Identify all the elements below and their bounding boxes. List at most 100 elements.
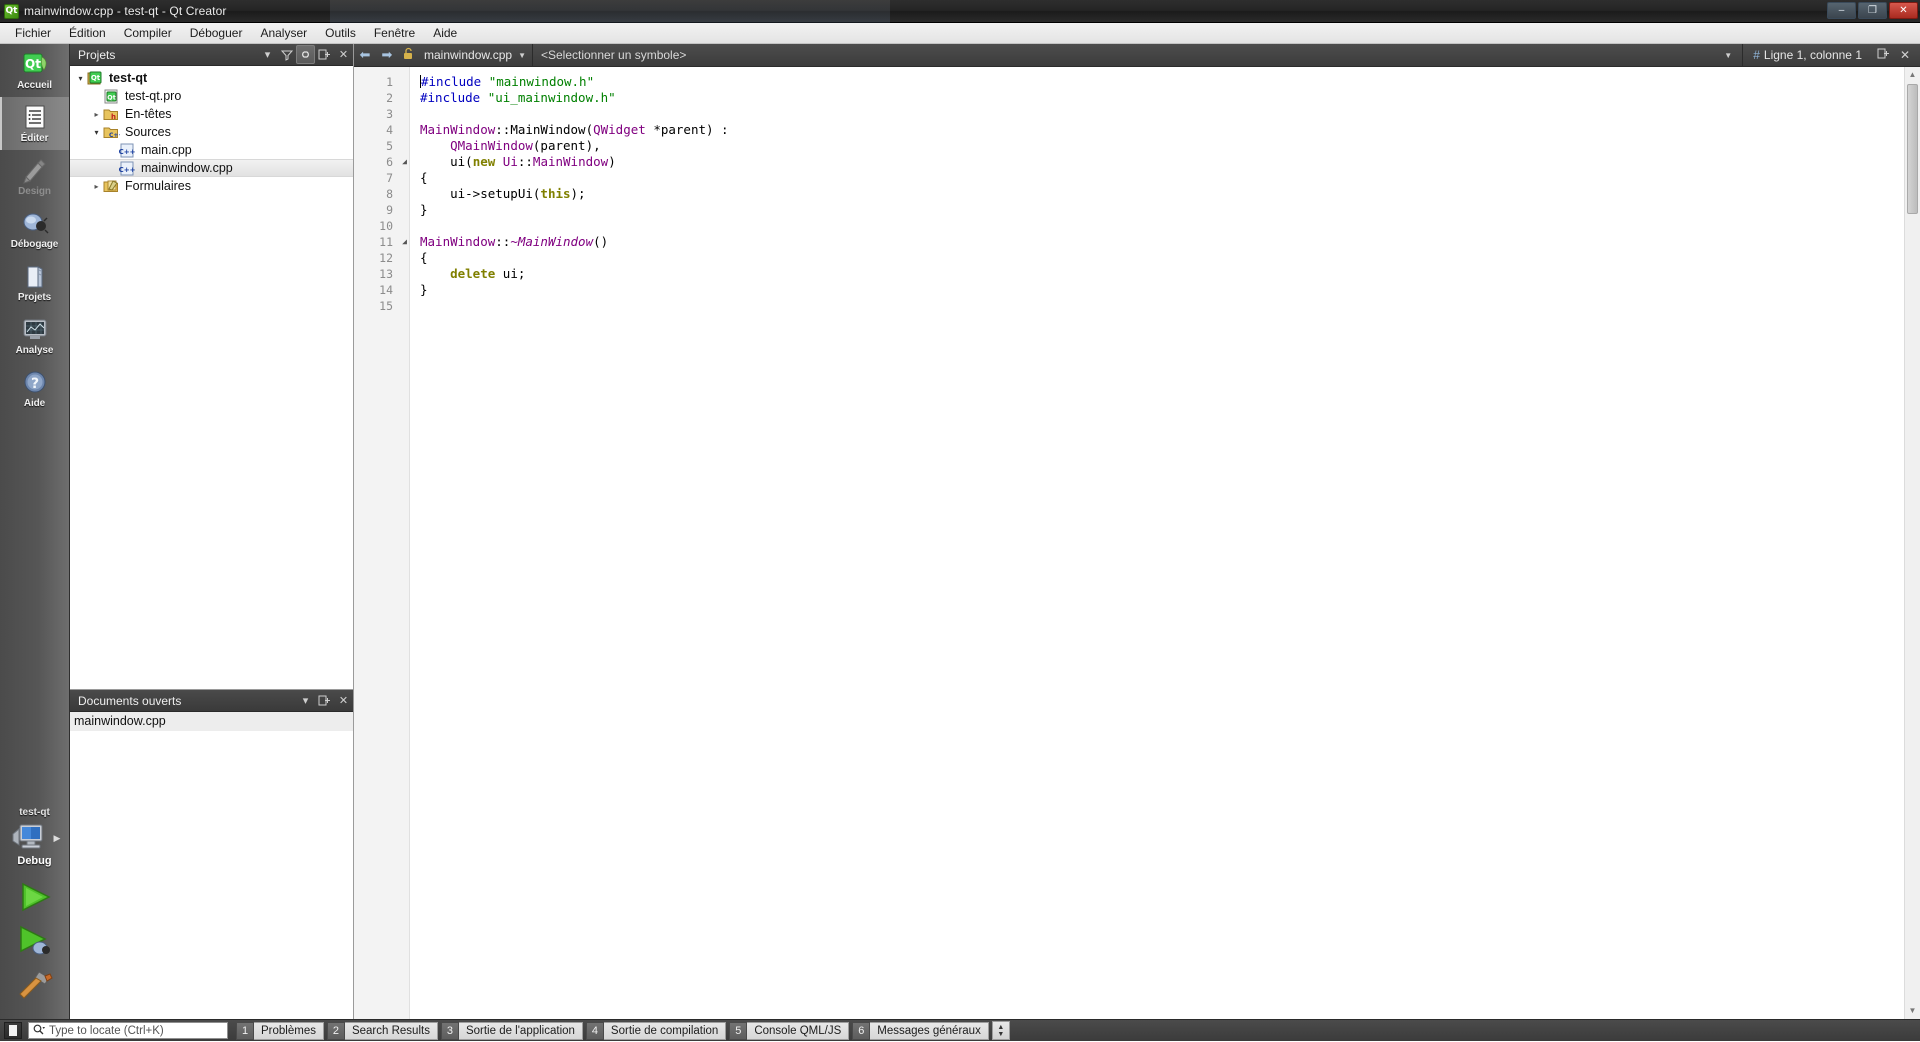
menu-fenetre[interactable]: Fenêtre bbox=[365, 24, 424, 43]
build-button[interactable] bbox=[13, 967, 57, 1003]
run-button[interactable] bbox=[13, 879, 57, 915]
mode-editer-label: Éditer bbox=[20, 132, 49, 144]
tree-expand-arrow-icon[interactable] bbox=[90, 128, 103, 137]
scroll-down-arrow-icon[interactable]: ▼ bbox=[1905, 1003, 1920, 1019]
line-number: 13 bbox=[379, 267, 393, 281]
cursor-position-indicator[interactable]: # Ligne 1, colonne 1 bbox=[1743, 48, 1872, 62]
svg-text:Qt: Qt bbox=[25, 57, 41, 71]
code-line: MainWindow::MainWindow(QWidget *parent) … bbox=[420, 122, 1920, 138]
kit-name-label: test-qt bbox=[19, 807, 50, 818]
editor-vertical-scrollbar[interactable]: ▲ ▼ bbox=[1904, 67, 1920, 1019]
output-pane-label: Search Results bbox=[344, 1021, 438, 1040]
arrow-back-icon[interactable]: ⬅ bbox=[354, 47, 376, 63]
menu-fichier[interactable]: Fichier bbox=[6, 24, 60, 43]
split-pane-icon[interactable] bbox=[315, 45, 334, 64]
maximize-button[interactable]: ❐ bbox=[1858, 2, 1887, 19]
code-token: } bbox=[420, 282, 428, 297]
debug-run-button[interactable] bbox=[13, 923, 57, 959]
mode-accueil[interactable]: Qt Accueil bbox=[0, 44, 69, 97]
filter-icon[interactable] bbox=[277, 45, 296, 64]
code-token: ui->setupUi( bbox=[420, 186, 541, 201]
mode-projets[interactable]: Projets bbox=[0, 256, 69, 309]
unlocked-icon[interactable] bbox=[398, 47, 418, 63]
tree-item-mainwindow-cpp[interactable]: C++ mainwindow.cpp bbox=[70, 159, 353, 177]
tree-expand-arrow-icon[interactable] bbox=[90, 110, 103, 119]
analyze-monitor-icon bbox=[20, 316, 50, 344]
mode-debogage-label: Débogage bbox=[10, 238, 59, 250]
window-title: mainwindow.cpp - test-qt - Qt Creator bbox=[24, 4, 227, 18]
green-play-icon bbox=[21, 882, 51, 912]
output-pane-messages-g-n-raux[interactable]: 6 Messages généraux bbox=[852, 1021, 989, 1040]
code-fold-marker-icon[interactable]: ◢ bbox=[398, 157, 407, 166]
minimize-button[interactable]: – bbox=[1827, 2, 1856, 19]
mode-analyse[interactable]: Analyse bbox=[0, 309, 69, 362]
close-icon[interactable]: ✕ bbox=[1894, 48, 1916, 62]
tree-item-sources[interactable]: C++ Sources bbox=[70, 123, 353, 141]
output-pane-sortie-de-compilation[interactable]: 4 Sortie de compilation bbox=[585, 1021, 727, 1040]
scrollbar-thumb[interactable] bbox=[1907, 84, 1918, 214]
svg-text:C++: C++ bbox=[109, 132, 120, 139]
code-token: QMainWindow bbox=[450, 138, 533, 153]
list-item[interactable]: mainwindow.cpp bbox=[70, 712, 353, 731]
code-token: new bbox=[472, 154, 496, 169]
code-token: ) bbox=[608, 154, 616, 169]
svg-text:?: ? bbox=[30, 376, 38, 392]
chevron-down-icon[interactable]: ▾ bbox=[258, 45, 277, 64]
split-pane-icon[interactable] bbox=[1872, 48, 1894, 62]
close-icon[interactable]: ✕ bbox=[334, 45, 353, 64]
chevron-down-icon[interactable]: ▼ bbox=[1724, 51, 1742, 60]
code-token: QWidget bbox=[593, 122, 646, 137]
output-pane-search-results[interactable]: 2 Search Results bbox=[326, 1021, 438, 1040]
search-input[interactable]: Type to locate (Ctrl+K) bbox=[28, 1022, 228, 1039]
projects-dock-header: Projets ▾ ✕ bbox=[70, 44, 353, 66]
menu-edition[interactable]: Édition bbox=[60, 24, 115, 43]
menu-deboguer[interactable]: Déboguer bbox=[181, 24, 252, 43]
menu-analyser[interactable]: Analyser bbox=[251, 24, 316, 43]
code-line: } bbox=[420, 202, 1920, 218]
code-token: #include bbox=[421, 74, 489, 89]
svg-text:h: h bbox=[111, 113, 116, 121]
symbol-selector[interactable]: <Selectionner un symbole> bbox=[533, 48, 1724, 62]
code-line: MainWindow::~MainWindow() bbox=[420, 234, 1920, 250]
code-fold-marker-icon[interactable]: ◢ bbox=[398, 237, 407, 246]
menu-compiler[interactable]: Compiler bbox=[115, 24, 181, 43]
code-text-area[interactable]: #include "mainwindow.h" #include "ui_main… bbox=[410, 67, 1920, 1019]
mode-debogage[interactable]: Débogage bbox=[0, 203, 69, 256]
menu-outils[interactable]: Outils bbox=[316, 24, 365, 43]
menu-aide[interactable]: Aide bbox=[424, 24, 466, 43]
line-number: 10 bbox=[379, 219, 393, 233]
editor-column: ⬅ ➡ mainwindow.cpp ▼ <Selectionner un sy… bbox=[354, 43, 1920, 1019]
tree-item-main-cpp[interactable]: C++ main.cpp bbox=[70, 141, 353, 159]
line-number: 3 bbox=[386, 107, 393, 121]
link-sync-icon[interactable] bbox=[296, 45, 315, 64]
tree-item-test-qt-pro[interactable]: Qt test-qt.pro bbox=[70, 87, 353, 105]
close-icon[interactable]: ✕ bbox=[334, 691, 353, 710]
project-tree[interactable]: Qt test-qt Qt test-qt.pro h En-têtes C++ Source… bbox=[70, 66, 353, 689]
output-pane-console-qml-js[interactable]: 5 Console QML/JS bbox=[729, 1021, 850, 1040]
mode-editer[interactable]: Éditer bbox=[0, 97, 69, 150]
close-button[interactable]: ✕ bbox=[1889, 2, 1918, 19]
sidebar-toggle-icon[interactable] bbox=[4, 1022, 22, 1039]
target-selector-button[interactable]: ▶ bbox=[9, 822, 60, 854]
editor-toolbar: ⬅ ➡ mainwindow.cpp ▼ <Selectionner un sy… bbox=[354, 43, 1920, 67]
tree-item-en-t-tes[interactable]: h En-têtes bbox=[70, 105, 353, 123]
open-documents-list[interactable]: mainwindow.cpp bbox=[70, 712, 353, 1019]
tree-expand-arrow-icon[interactable] bbox=[74, 74, 87, 83]
scroll-up-arrow-icon[interactable]: ▲ bbox=[1905, 67, 1920, 83]
tree-item-formulaires[interactable]: Formulaires bbox=[70, 177, 353, 195]
mode-accueil-label: Accueil bbox=[17, 79, 52, 91]
code-editor[interactable]: 1 2 3 4 5 6 ◢ 7 8 9 10 11 ◢ 12 13 14 15 #include "mainwi… bbox=[354, 67, 1920, 1019]
arrow-forward-icon[interactable]: ➡ bbox=[376, 47, 398, 63]
tree-item-test-qt[interactable]: Qt test-qt bbox=[70, 69, 353, 87]
up-down-arrows-icon[interactable]: ▲ ▼ bbox=[991, 1021, 1010, 1040]
editor-file-combo[interactable]: mainwindow.cpp ▼ bbox=[418, 44, 532, 67]
output-pane-probl-mes[interactable]: 1 Problèmes bbox=[236, 1021, 324, 1040]
svg-text:Qt: Qt bbox=[91, 74, 101, 82]
output-pane-sortie-de-l-application[interactable]: 3 Sortie de l'application bbox=[440, 1021, 583, 1040]
split-pane-icon[interactable] bbox=[315, 691, 334, 710]
mode-aide[interactable]: ? Aide bbox=[0, 362, 69, 415]
tree-expand-arrow-icon[interactable] bbox=[90, 182, 103, 191]
chevron-down-icon[interactable]: ▾ bbox=[296, 691, 315, 710]
open-documents-dock: Documents ouverts ▾ ✕ mainwindow.cpp bbox=[70, 689, 353, 1019]
code-token: this bbox=[540, 186, 571, 201]
